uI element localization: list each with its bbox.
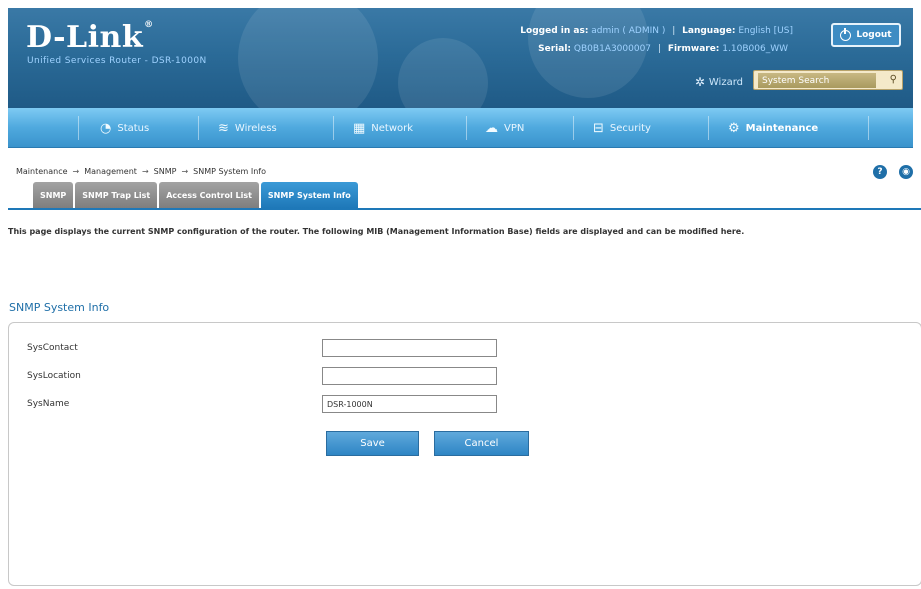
syscontact-input[interactable] <box>322 339 497 357</box>
nav-item-wireless[interactable]: ≋ Wireless <box>218 108 277 148</box>
wizard-label: Wizard <box>708 76 743 88</box>
logout-button[interactable]: Logout <box>831 23 901 47</box>
system-search: ⚲ <box>753 70 903 90</box>
sysname-input[interactable] <box>322 395 497 413</box>
nav-item-vpn[interactable]: ☁ VPN <box>485 108 524 148</box>
breadcrumb-item[interactable]: Maintenance <box>16 167 68 176</box>
breadcrumb: Maintenance → Management → SNMP → SNMP System … <box>16 167 266 176</box>
system-search-input[interactable] <box>758 73 876 88</box>
nav-divider <box>466 116 467 140</box>
breadcrumb-item: SNMP System Info <box>193 167 266 176</box>
syslocation-input[interactable] <box>322 367 497 385</box>
nav-item-security[interactable]: ⊟ Security <box>593 108 651 148</box>
power-icon <box>840 27 852 41</box>
info-icon[interactable]: ◉ <box>899 165 913 179</box>
nav-divider <box>333 116 334 140</box>
wizard-link[interactable]: ✲ Wizard <box>695 75 743 89</box>
network-icon: ▦ <box>353 120 366 136</box>
firmware-label: Firmware: <box>667 44 720 54</box>
breadcrumb-item[interactable]: SNMP <box>154 167 177 176</box>
sysname-label: SysName <box>27 399 70 409</box>
tab-snmp-system-info[interactable]: SNMP System Info <box>260 182 358 208</box>
firmware-value: 1.10B006_WW <box>722 44 788 54</box>
wand-icon: ✲ <box>694 75 705 89</box>
header-banner: D-Link® Unified Services Router - DSR-10… <box>8 8 913 108</box>
logged-in-value: admin ( ADMIN ) <box>591 26 666 36</box>
syslocation-label: SysLocation <box>27 371 81 381</box>
decor-bokeh <box>238 8 378 108</box>
product-subtitle: Unified Services Router - DSR-1000N <box>27 56 207 66</box>
logged-in-label: Logged in as: <box>520 26 589 36</box>
tab-snmp[interactable]: SNMP <box>33 182 74 208</box>
gears-icon: ⚙ <box>728 120 740 136</box>
main-nav: ◔ Status ≋ Wireless ▦ Network ☁ VPN ⊟ Se… <box>8 108 913 148</box>
nav-item-maintenance[interactable]: ⚙ Maintenance <box>728 108 818 148</box>
nav-divider <box>78 116 79 140</box>
nav-divider <box>708 116 709 140</box>
breadcrumb-item[interactable]: Management <box>84 167 137 176</box>
nav-divider <box>573 116 574 140</box>
nav-divider <box>198 116 199 140</box>
section-title: SNMP System Info <box>9 301 110 314</box>
nav-item-status[interactable]: ◔ Status <box>100 108 149 148</box>
page-description: This page displays the current SNMP conf… <box>8 227 745 236</box>
help-icon[interactable]: ? <box>873 165 887 179</box>
language-select[interactable]: English [US] <box>738 26 793 36</box>
dashboard-icon: ◔ <box>100 120 112 136</box>
logout-label: Logout <box>856 30 892 40</box>
lock-icon: ⊟ <box>593 120 604 136</box>
tab-snmp-trap-list[interactable]: SNMP Trap List <box>75 182 158 208</box>
search-icon[interactable]: ⚲ <box>890 74 897 85</box>
device-info: Serial: QB0B1A3000007 | Firmware: 1.10B0… <box>538 44 788 54</box>
save-button[interactable]: Save <box>326 431 419 456</box>
serial-label: Serial: <box>538 44 572 54</box>
tab-divider <box>8 208 921 210</box>
nav-divider <box>868 116 869 140</box>
cancel-button[interactable]: Cancel <box>434 431 529 456</box>
tab-access-control-list[interactable]: Access Control List <box>159 182 259 208</box>
cloud-icon: ☁ <box>485 120 498 136</box>
serial-value: QB0B1A3000007 <box>573 44 652 54</box>
decor-bokeh <box>398 38 488 108</box>
tab-bar: SNMP SNMP Trap List Access Control List … <box>33 182 358 208</box>
dlink-logo: D-Link® <box>26 20 154 55</box>
nav-item-network[interactable]: ▦ Network <box>353 108 413 148</box>
syscontact-label: SysContact <box>27 343 78 353</box>
language-label: Language: <box>682 26 736 36</box>
login-info: Logged in as: admin ( ADMIN ) | Language… <box>520 26 793 36</box>
wifi-icon: ≋ <box>218 120 229 136</box>
